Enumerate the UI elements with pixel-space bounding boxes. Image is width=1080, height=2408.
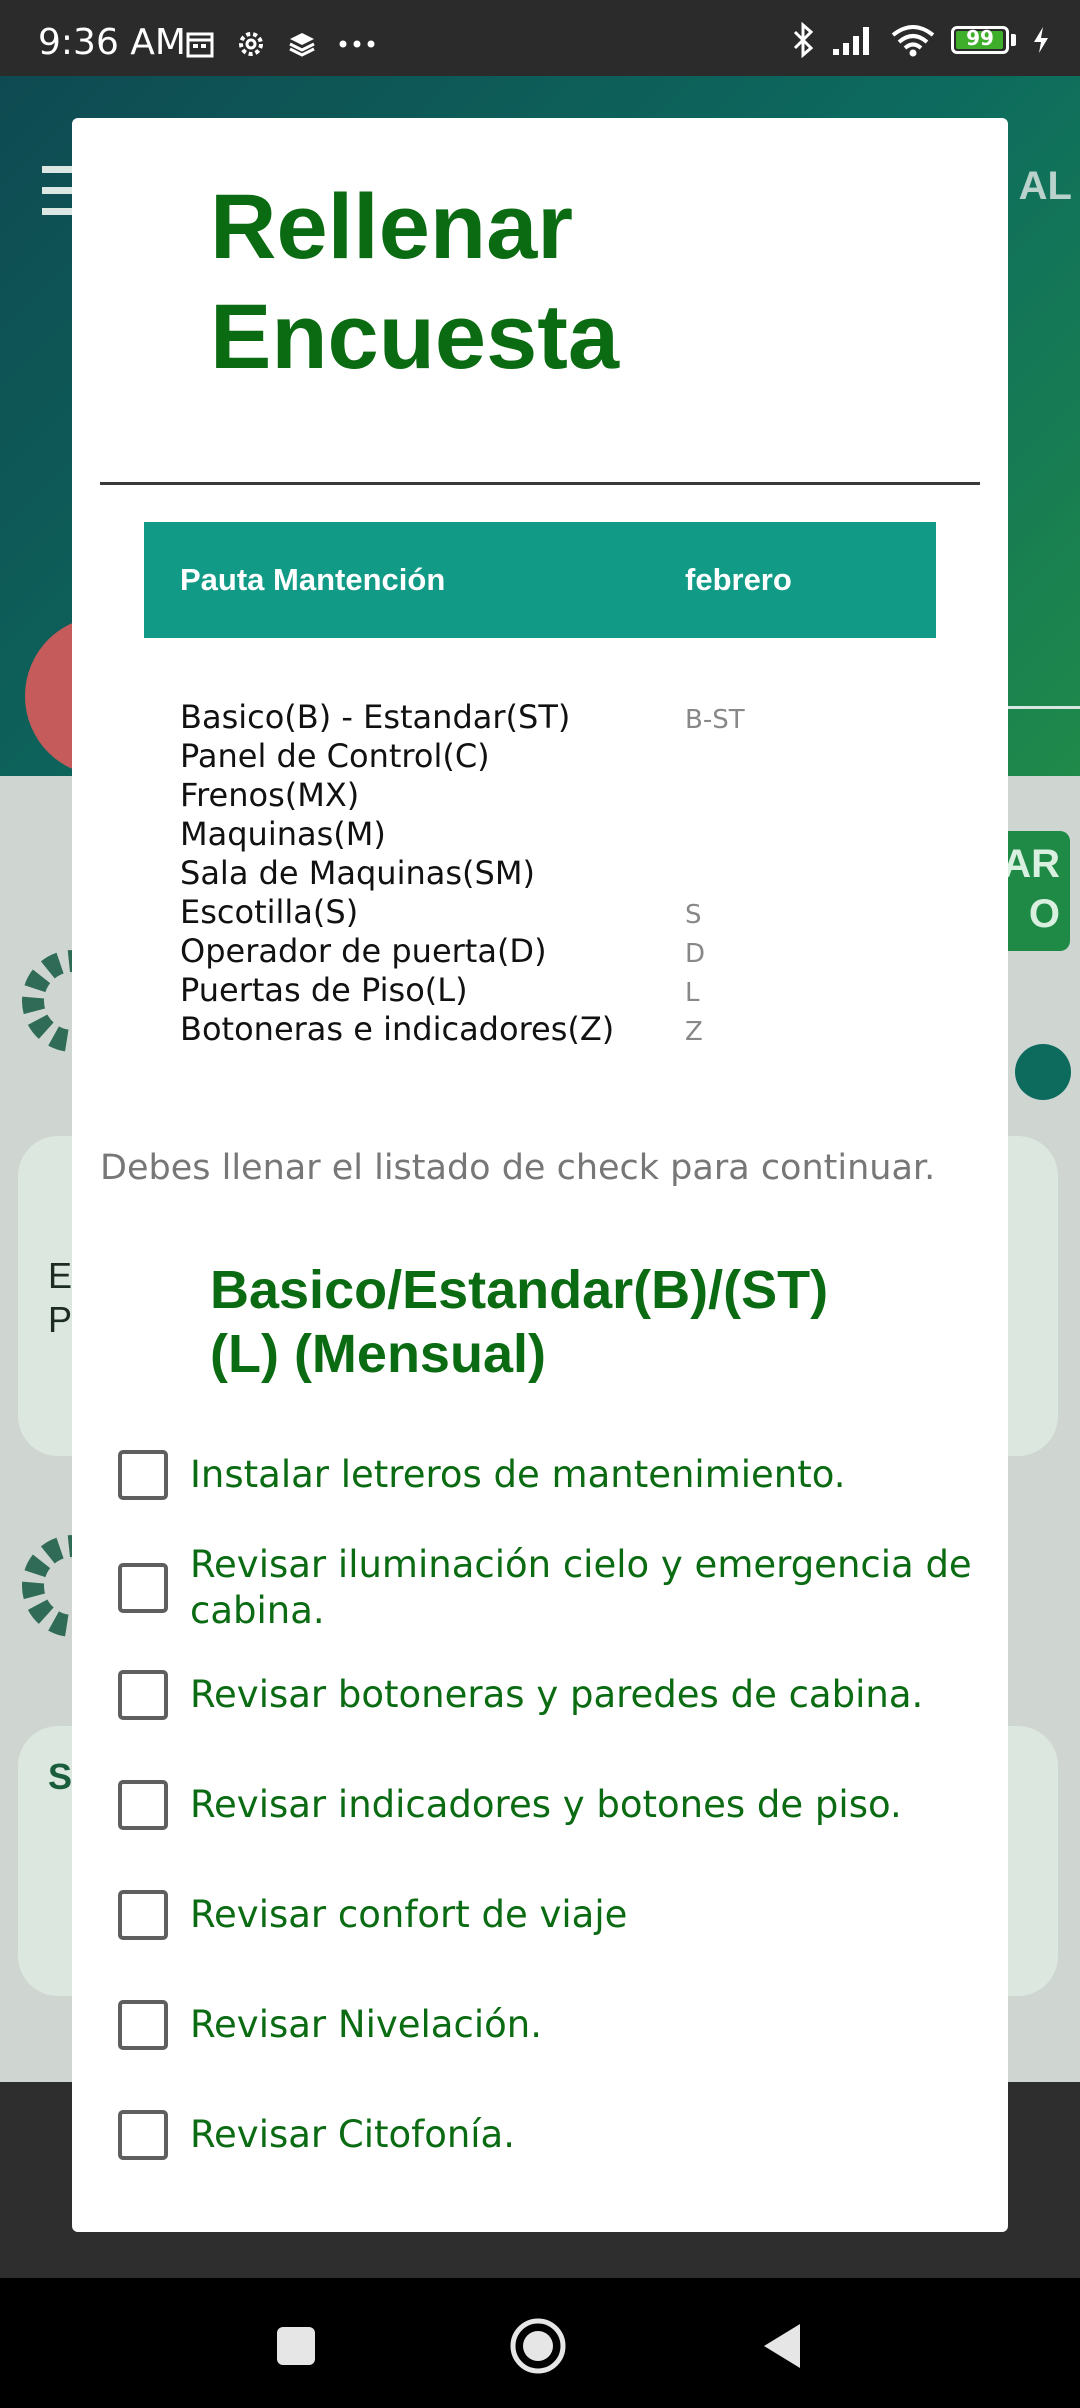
pauta-row-code: S <box>685 900 702 930</box>
checklist-item[interactable]: Revisar indicadores y botones de piso. <box>118 1780 978 1830</box>
checklist-item-label[interactable]: Revisar Citofonía. <box>190 2112 515 2158</box>
pauta-row-label: Escotilla(S) <box>180 893 359 931</box>
checkbox[interactable] <box>118 2110 168 2160</box>
pauta-row: Sala de Maquinas(SM) <box>180 854 940 893</box>
pauta-row: Maquinas(M) <box>180 815 940 854</box>
title-divider <box>100 482 980 485</box>
signal-icon <box>831 23 875 57</box>
pauta-table-header: Pauta Mantención febrero <box>144 522 936 638</box>
pauta-row: Frenos(MX) <box>180 776 940 815</box>
survey-dialog: Rellenar Encuesta Pauta Mantención febre… <box>72 118 1008 2232</box>
navigation-bar <box>0 2278 1080 2408</box>
pauta-row-code: L <box>685 978 700 1008</box>
checklist-item-label[interactable]: Instalar letreros de mantenimiento. <box>190 1452 846 1498</box>
pauta-row: Botoneras e indicadores(Z) Z <box>180 1010 940 1049</box>
pauta-row-label: Botoneras e indicadores(Z) <box>180 1010 615 1048</box>
month-header-label: febrero <box>685 562 792 597</box>
pauta-row: Operador de puerta(D) D <box>180 932 940 971</box>
background-status-dot <box>1015 1044 1071 1100</box>
background-divider <box>1000 706 1080 709</box>
pauta-row-code: D <box>685 939 706 969</box>
pauta-row-code: B-ST <box>685 705 745 735</box>
checklist-notice: Debes llenar el listado de check para co… <box>100 1148 936 1188</box>
dialog-title: Rellenar Encuesta <box>210 176 620 388</box>
checklist-item-label[interactable]: Revisar indicadores y botones de piso. <box>190 1782 902 1828</box>
pauta-row-label: Sala de Maquinas(SM) <box>180 854 535 892</box>
checklist-item[interactable]: Revisar Citofonía. <box>118 2110 978 2160</box>
checklist-item[interactable]: Revisar iluminación cielo y emergencia d… <box>118 1542 978 1634</box>
home-icon <box>510 2318 566 2374</box>
checklist-item-label[interactable]: Revisar confort de viaje <box>190 1892 627 1938</box>
pauta-row-label: Maquinas(M) <box>180 815 386 853</box>
pauta-row-label: Basico(B) - Estandar(ST) <box>180 698 571 736</box>
status-icons-left <box>185 28 377 60</box>
back-button[interactable] <box>752 2316 812 2376</box>
settings-icon <box>235 28 267 60</box>
pauta-row-label: Puertas de Piso(L) <box>180 971 468 1009</box>
pauta-row-label: Panel de Control(C) <box>180 737 490 775</box>
checkbox[interactable] <box>118 1670 168 1720</box>
checklist-item-label[interactable]: Revisar Nivelación. <box>190 2002 542 2048</box>
pauta-row-label: Operador de puerta(D) <box>180 932 547 970</box>
checkbox[interactable] <box>118 1890 168 1940</box>
recents-icon <box>277 2327 315 2365</box>
battery-level-text: 99 <box>966 26 994 50</box>
more-icon <box>337 29 377 59</box>
calendar-icon <box>185 29 215 59</box>
checklist-item[interactable]: Revisar confort de viaje <box>118 1890 978 1940</box>
charging-icon <box>1032 25 1050 55</box>
checklist-item[interactable]: Instalar letreros de mantenimiento. <box>118 1450 978 1500</box>
checklist-item-label[interactable]: Revisar iluminación cielo y emergencia d… <box>190 1542 978 1634</box>
checkbox[interactable] <box>118 1780 168 1830</box>
checkbox[interactable] <box>118 1563 168 1613</box>
status-bar: 9:36 AM 99 <box>0 0 1080 76</box>
back-icon <box>764 2324 800 2368</box>
pauta-row: Puertas de Piso(L) L <box>180 971 940 1010</box>
pauta-header-label: Pauta Mantención <box>180 562 446 597</box>
checklist-item[interactable]: Revisar botoneras y paredes de cabina. <box>118 1670 978 1720</box>
status-icons-right: 99 <box>791 22 1050 58</box>
recents-button[interactable] <box>266 2316 326 2376</box>
checkbox[interactable] <box>118 1450 168 1500</box>
checkbox[interactable] <box>118 2000 168 2050</box>
status-time: 9:36 AM <box>38 22 186 63</box>
pauta-row-label: Frenos(MX) <box>180 776 360 814</box>
pauta-row: Escotilla(S) S <box>180 893 940 932</box>
checklist-section-title: Basico/Estandar(B)/(ST) (L) (Mensual) <box>210 1260 829 1384</box>
pauta-row-code: Z <box>685 1017 703 1047</box>
layers-icon <box>287 29 317 59</box>
home-button[interactable] <box>508 2316 568 2376</box>
checklist-item[interactable]: Revisar Nivelación. <box>118 2000 978 2050</box>
menu-icon[interactable] <box>42 166 76 229</box>
wifi-icon <box>891 23 935 57</box>
background-logo-fragment: AL <box>1018 164 1072 208</box>
pauta-row: Basico(B) - Estandar(ST) B-ST <box>180 698 940 737</box>
pauta-row: Panel de Control(C) <box>180 737 940 776</box>
checklist-item-label[interactable]: Revisar botoneras y paredes de cabina. <box>190 1672 923 1718</box>
background-card-2-text: S <box>48 1756 73 1797</box>
battery-icon: 99 <box>951 26 1016 54</box>
bluetooth-icon <box>791 22 815 58</box>
pauta-list: Basico(B) - Estandar(ST) B-ST Panel de C… <box>180 698 940 1049</box>
